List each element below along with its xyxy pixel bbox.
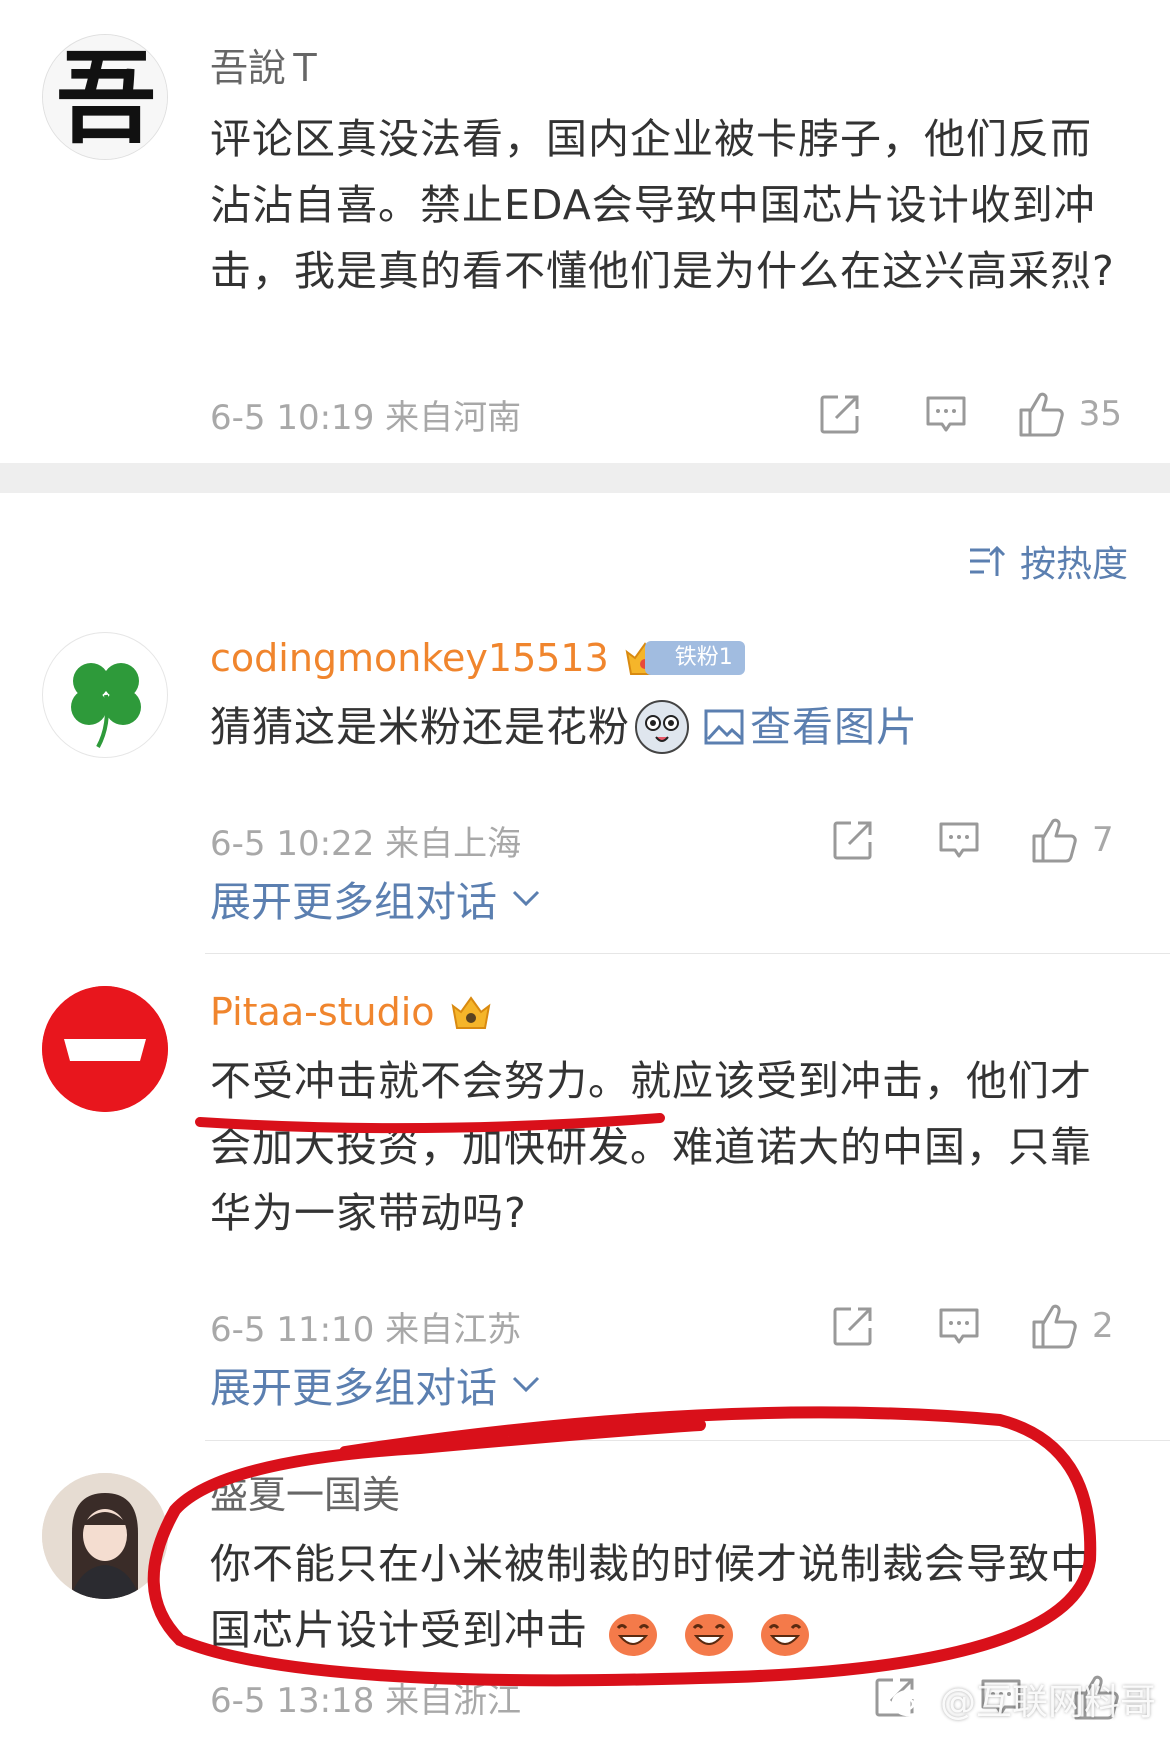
svg-text:吾: 吾 <box>56 39 156 157</box>
crown-badge <box>449 992 493 1032</box>
avatar[interactable] <box>42 1473 168 1599</box>
view-image-link[interactable]: 查看图片 <box>704 694 918 760</box>
like-count: 2 <box>1092 1306 1114 1346</box>
watermark: @互联网料哥 <box>890 1673 1156 1725</box>
weibo-logo-icon <box>891 1685 932 1717</box>
chevron-down-icon <box>512 890 540 907</box>
comment-meta: 6-5 11:10 来自江苏 2 <box>210 1296 1122 1356</box>
comment-icon[interactable] <box>932 1299 986 1353</box>
share-icon[interactable] <box>826 1299 880 1353</box>
username[interactable]: Pitaa-studio <box>210 986 1122 1038</box>
thumbs-up-icon <box>1032 818 1077 863</box>
comment-time: 6-5 10:22 来自上海 <box>210 823 522 864</box>
thumbs-up-icon <box>1032 1304 1077 1349</box>
comment-text: 猜猜这是米粉还是花粉 查看图片 <box>210 694 1122 760</box>
comment-text: 评论区真没法看，国内企业被卡脖子，他们反而沾沾自喜。禁止EDA会导致中国芯片设计… <box>210 115 1115 295</box>
like-button[interactable]: 2 <box>1030 1302 1122 1350</box>
comment-time: 6-5 11:10 来自江苏 <box>210 1309 522 1350</box>
comment-icon[interactable] <box>919 387 973 441</box>
laughing-emoji-icon <box>758 1608 812 1658</box>
comment-1: 吾 吾說Ｔ 评论区真没法看，国内企业被卡脖子，他们反而沾沾自喜。禁止EDA会导致… <box>0 0 1170 463</box>
image-icon <box>704 709 744 745</box>
laughing-emoji-icon <box>606 1608 660 1658</box>
calligraphy-avatar-icon: 吾 <box>43 35 167 159</box>
sort-by-hot-button[interactable]: 按热度 <box>968 535 1128 587</box>
avatar[interactable]: 吾 <box>42 34 168 160</box>
share-icon[interactable] <box>826 813 880 867</box>
like-count: 7 <box>1092 820 1114 860</box>
share-icon[interactable] <box>813 387 867 441</box>
clover-icon <box>71 663 141 748</box>
user-photo-icon <box>42 1473 168 1599</box>
comment-meta: 6-5 10:22 来自上海 7 <box>210 810 1122 870</box>
like-button[interactable]: 35 <box>1017 390 1122 438</box>
username[interactable]: codingmonkey15513 铁粉1 <box>210 632 1122 684</box>
comment-2: codingmonkey15513 铁粉1 猜猜这是米粉还是花粉 查看图片 6-… <box>0 600 1170 960</box>
fan-badge: 铁粉1 <box>623 638 745 678</box>
section-divider <box>0 463 1170 493</box>
like-count: 35 <box>1078 394 1122 434</box>
avatar[interactable] <box>42 986 168 1112</box>
crown-icon <box>451 996 490 1029</box>
username[interactable]: 吾說Ｔ <box>210 42 1122 94</box>
sort-icon <box>969 545 1006 576</box>
chevron-down-icon <box>512 1376 540 1393</box>
thumbs-up-icon <box>1019 392 1064 437</box>
comment-text: 你不能只在小米被制裁的时候才说制裁会导致中国芯片设计受到冲击 <box>210 1531 1122 1663</box>
expand-conversation-link[interactable]: 展开更多组对话 <box>210 868 541 928</box>
avatar[interactable] <box>42 632 168 758</box>
comment-time: 6-5 13:18 来自浙江 <box>210 1680 522 1721</box>
comment-icon[interactable] <box>932 813 986 867</box>
comment-3: Pitaa-studio 不受冲击就不会努力。就应该受到冲击，他们才会加大投资，… <box>0 954 1170 1434</box>
laughing-emoji-icon <box>682 1608 736 1658</box>
doge-emoji-icon <box>634 699 690 755</box>
comment-text: 不受冲击就不会努力。就应该受到冲击，他们才会加大投资，加快研发。难道诺大的中国，… <box>210 1057 1092 1237</box>
no-entry-icon <box>42 986 168 1112</box>
expand-conversation-link[interactable]: 展开更多组对话 <box>210 1354 541 1414</box>
comment-meta: 6-5 10:19 来自河南 35 <box>210 384 1122 444</box>
username[interactable]: 盛夏一国美 <box>210 1469 1122 1521</box>
comment-time: 6-5 10:19 来自河南 <box>210 397 522 438</box>
like-button[interactable]: 7 <box>1030 816 1122 864</box>
